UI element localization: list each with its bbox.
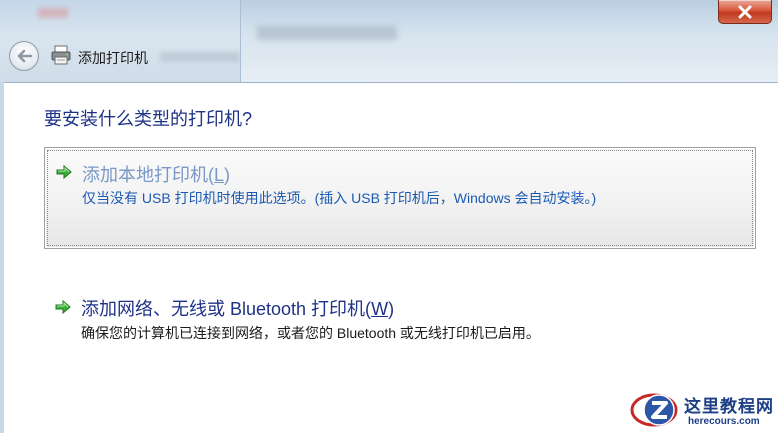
watermark-logo-icon	[630, 393, 678, 427]
close-button[interactable]	[718, 0, 772, 24]
option-add-local-printer[interactable]: 添加本地打印机(L) 仅当没有 USB 打印机时使用此选项。(插入 USB 打印…	[44, 147, 756, 249]
option-title[interactable]: 添加本地打印机(L)	[82, 161, 230, 187]
printer-icon	[50, 44, 72, 66]
option-description: 确保您的计算机已连接到网络，或者您的 Bluetooth 或无线打印机已启用。	[81, 325, 540, 341]
option-title[interactable]: 添加网络、无线或 Bluetooth 打印机(W)	[81, 295, 394, 321]
watermark-name: 这里教程网	[684, 397, 774, 417]
wizard-content: 要安装什么类型的打印机? 添加本地打印机(L) 仅当没有 USB 打印机时使用此…	[4, 82, 778, 433]
wizard-title: 添加打印机	[78, 50, 148, 66]
accelerator-key: L	[214, 165, 225, 185]
green-arrow-icon	[55, 299, 71, 315]
option-add-network-printer[interactable]: 添加网络、无线或 Bluetooth 打印机(W) 确保您的计算机已连接到网络，…	[44, 285, 756, 345]
accelerator-key: W	[371, 299, 389, 319]
back-button[interactable]	[9, 41, 39, 71]
title-bar: 添加打印机	[0, 0, 778, 82]
page-question: 要安装什么类型的打印机?	[44, 109, 253, 129]
back-arrow-icon	[17, 49, 33, 63]
close-icon	[738, 5, 752, 18]
green-arrow-icon	[56, 164, 72, 180]
option-description: 仅当没有 USB 打印机时使用此选项。(插入 USB 打印机后，Windows …	[82, 190, 597, 206]
watermark-site: herecours.com	[688, 416, 760, 427]
site-watermark: 这里教程网 herecours.com	[628, 386, 778, 433]
